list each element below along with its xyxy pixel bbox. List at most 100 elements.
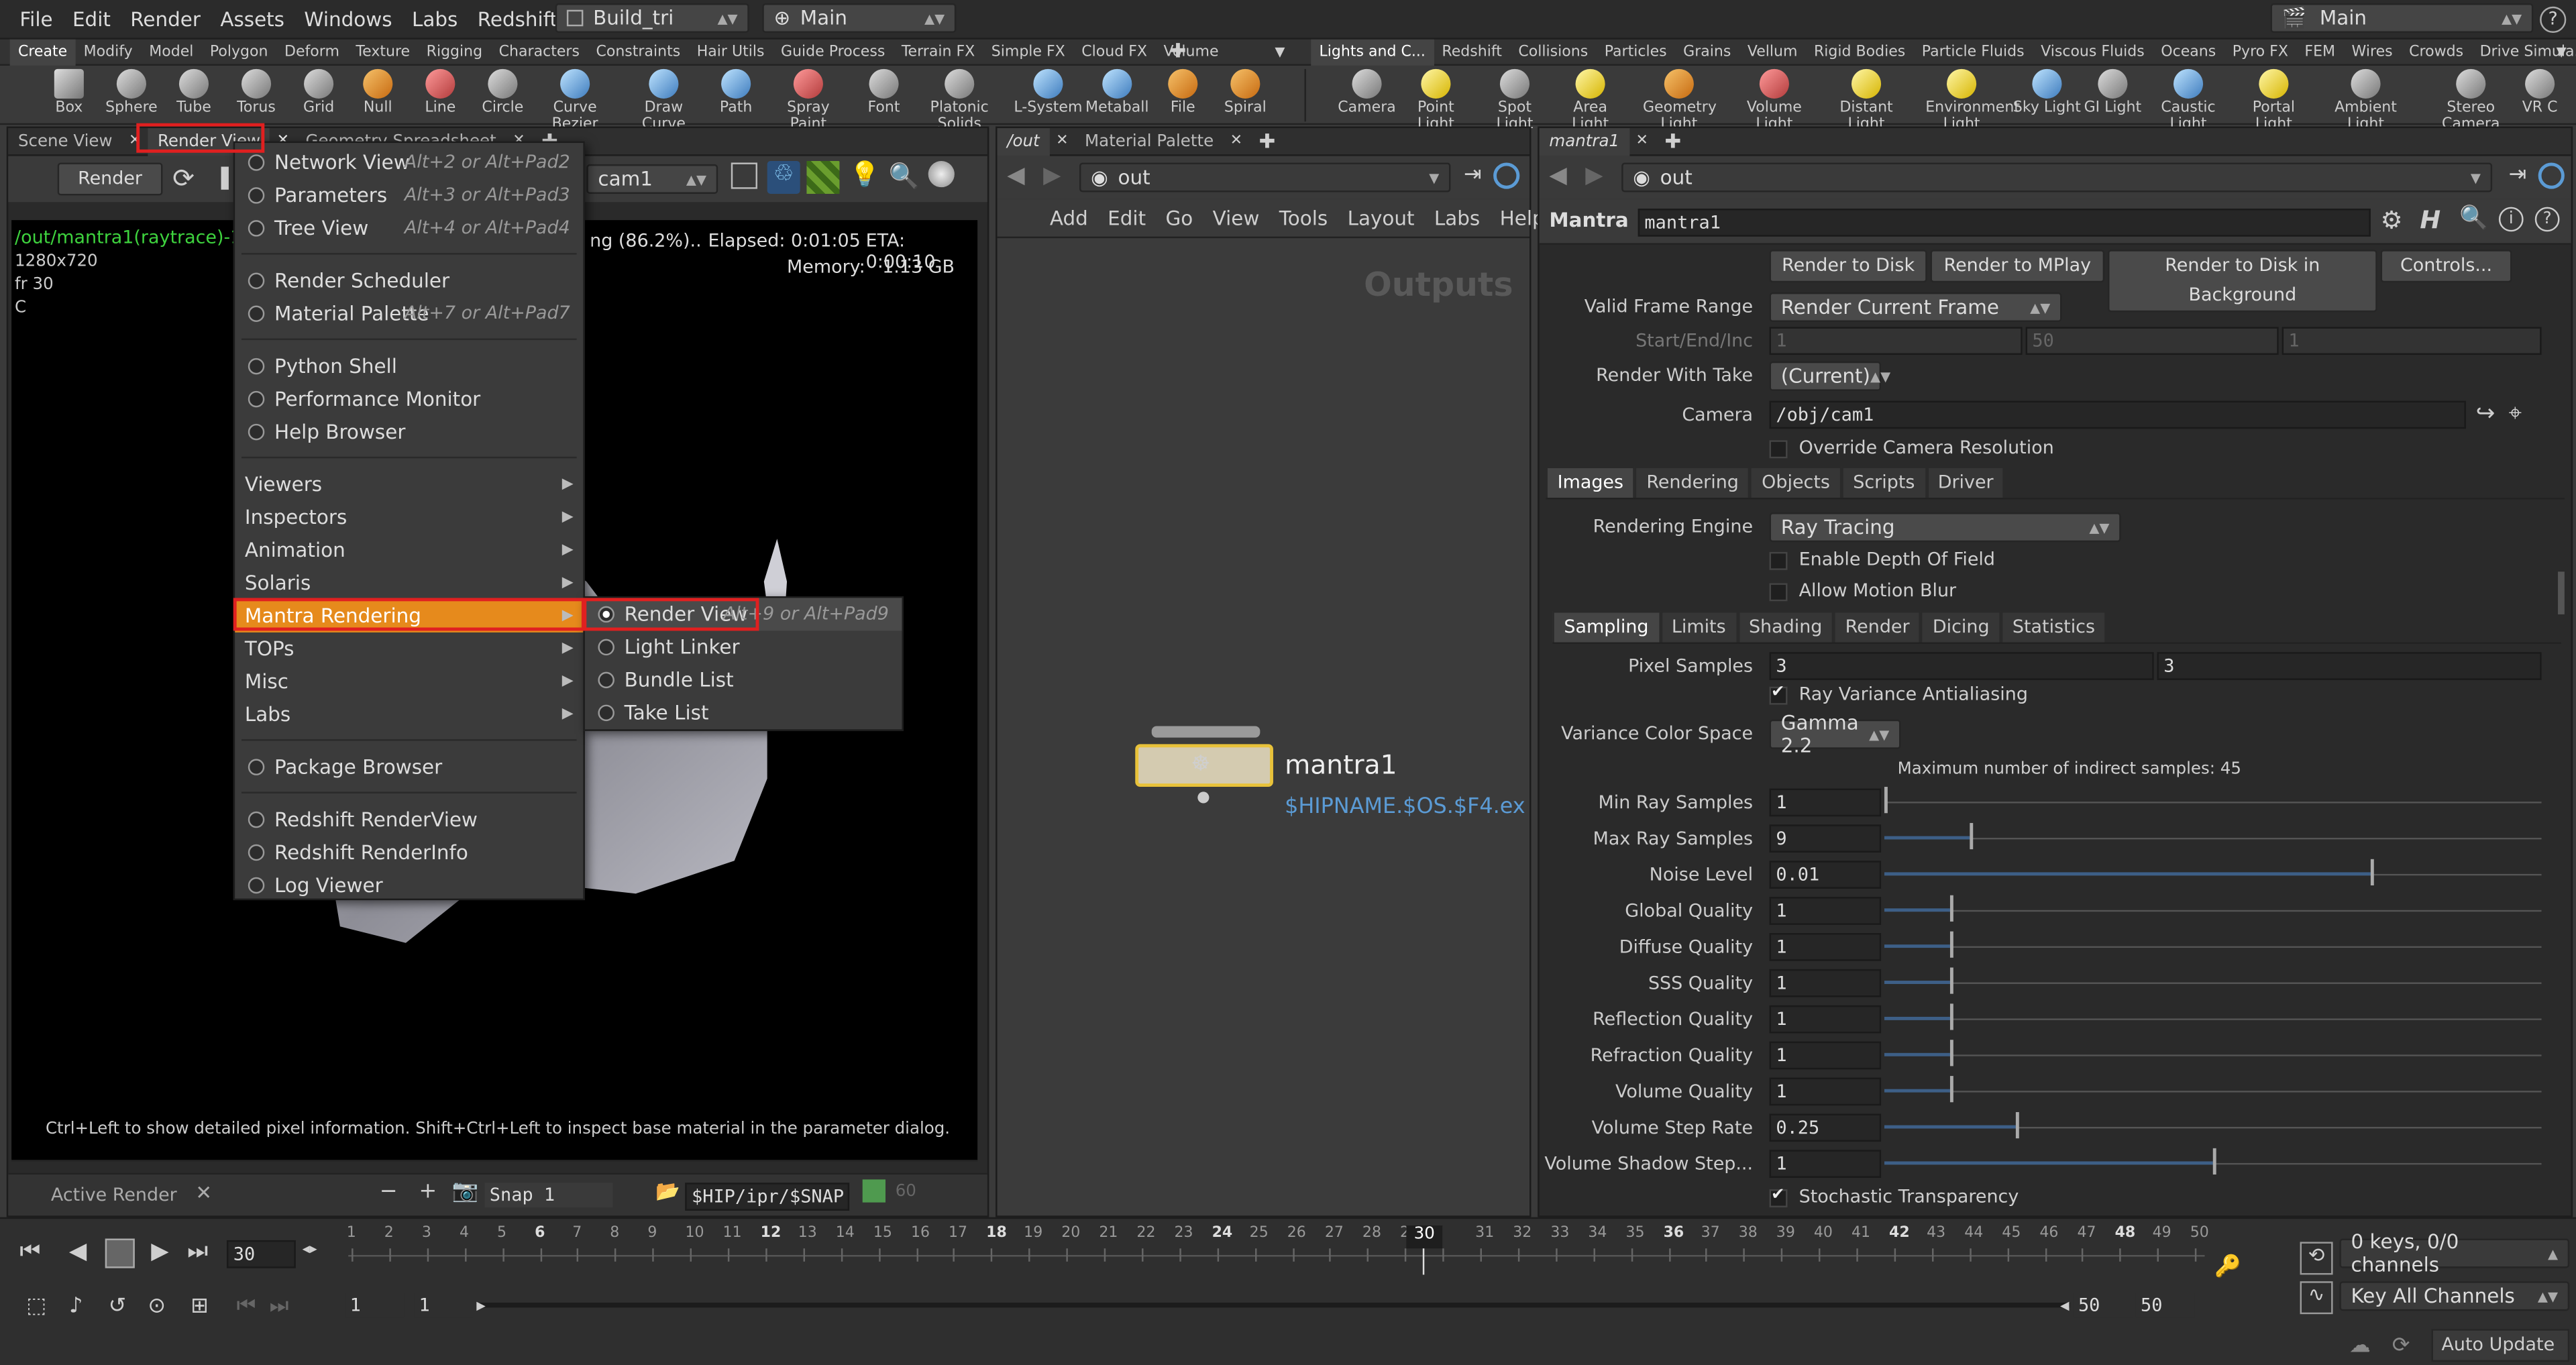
tool-environment-light[interactable]: Environment Light bbox=[1925, 66, 2020, 133]
shelf-tab-vellum[interactable]: Vellum bbox=[1739, 40, 1806, 66]
menu-file[interactable]: File bbox=[10, 0, 63, 39]
tool-box[interactable]: Box bbox=[33, 66, 105, 117]
menu-assets[interactable]: Assets bbox=[211, 0, 294, 39]
loop-icon[interactable]: ↺ bbox=[109, 1295, 127, 1319]
shelf-tab-modify[interactable]: Modify bbox=[75, 40, 141, 66]
tool-platonic-solids[interactable]: Platonic Solids bbox=[923, 66, 996, 133]
ipr-path-field[interactable]: $HIP/ipr/$SNAP bbox=[685, 1183, 850, 1211]
shelf-tab-texture[interactable]: Texture bbox=[347, 40, 418, 66]
stochastic-checkbox[interactable] bbox=[1769, 1186, 1788, 1208]
close-tab-icon[interactable]: ✕ bbox=[1224, 133, 1249, 149]
tool-file[interactable]: File bbox=[1146, 66, 1219, 117]
menu-item-python-shell[interactable]: Python Shell bbox=[235, 350, 583, 383]
tool-draw-curve[interactable]: Draw Curve bbox=[628, 66, 700, 133]
menu-item-redshift-renderinfo[interactable]: Redshift RenderInfo bbox=[235, 836, 583, 869]
node-name-field[interactable]: mantra1 bbox=[1638, 209, 2371, 237]
net-menu-view[interactable]: View bbox=[1203, 207, 1269, 230]
tool-portal-light[interactable]: Portal Light bbox=[2238, 66, 2310, 133]
ruler-icon[interactable]: ⊞ bbox=[191, 1295, 209, 1319]
camera-field[interactable]: /obj/cam1 bbox=[1769, 400, 2466, 429]
tool-distant-light[interactable]: Distant Light bbox=[1830, 66, 1902, 133]
shelf-tab-deform[interactable]: Deform bbox=[276, 40, 347, 66]
slider-knob[interactable] bbox=[1949, 895, 1953, 922]
slider-knob[interactable] bbox=[1949, 967, 1953, 994]
tab-images[interactable]: Images bbox=[1546, 466, 1635, 500]
tool-curve-bezier[interactable]: Curve Bezier bbox=[539, 66, 611, 133]
shelf-tab-redshift[interactable]: Redshift bbox=[1434, 40, 1510, 66]
variance-color-space-dropdown[interactable]: Gamma 2.2 ▲▼ bbox=[1769, 711, 1901, 757]
tool-ambient-light[interactable]: Ambient Light bbox=[2330, 66, 2402, 133]
controls-button[interactable]: Controls... bbox=[2380, 250, 2512, 283]
menu-item-animation[interactable]: Animation ▶ bbox=[235, 534, 583, 567]
tool-geometry-light[interactable]: Geometry Light bbox=[1643, 66, 1717, 133]
frame-marker[interactable]: 30 bbox=[1406, 1225, 1443, 1249]
cloud-icon[interactable]: ☁ bbox=[2349, 1334, 2371, 1359]
snapshot-icon[interactable] bbox=[731, 162, 757, 189]
param-slider-max-ray-samples[interactable] bbox=[1884, 822, 2542, 850]
menu-item-material-palette[interactable]: Material Palette Alt+7 or Alt+Pad7 bbox=[235, 297, 583, 330]
tab-limits[interactable]: Limits bbox=[1660, 611, 1737, 645]
menu-item-render-scheduler[interactable]: Render Scheduler bbox=[235, 264, 583, 297]
rendering-engine-dropdown[interactable]: Ray Tracing ▲▼ bbox=[1769, 512, 2121, 543]
context-dropdown[interactable]: ⊕ Main ▲▼ bbox=[762, 3, 957, 33]
tab-out[interactable]: /out bbox=[997, 127, 1050, 156]
range-slider[interactable] bbox=[480, 1303, 2070, 1308]
shelf-tab-viscous-fluids[interactable]: Viscous Fluids bbox=[2033, 40, 2153, 66]
jump-start-icon[interactable]: ⏮ bbox=[19, 1239, 40, 1265]
menu-item-log-viewer[interactable]: Log Viewer bbox=[235, 869, 583, 902]
add-shelf-tab-icon[interactable]: ✚ bbox=[1170, 40, 1187, 62]
param-slider-volume-quality[interactable] bbox=[1884, 1076, 2542, 1103]
shelf-tab-oceans[interactable]: Oceans bbox=[2153, 40, 2224, 66]
link-icon[interactable] bbox=[2538, 162, 2565, 189]
channels-icon[interactable]: ⟲ bbox=[2300, 1242, 2333, 1275]
slider-knob[interactable] bbox=[1970, 822, 1974, 850]
forward-arrow-icon[interactable]: ▶ bbox=[1043, 162, 1061, 188]
slider-knob[interactable] bbox=[2015, 1111, 2019, 1139]
param-slider-reflection-quality[interactable] bbox=[1884, 1003, 2542, 1030]
plus-icon[interactable]: + bbox=[419, 1179, 437, 1204]
slider-knob[interactable] bbox=[2370, 859, 2374, 886]
desktop-dropdown[interactable]: Build_tri ▲▼ bbox=[555, 3, 749, 33]
close-tab-icon[interactable]: ✕ bbox=[1049, 133, 1075, 149]
shelf-tab-crowds[interactable]: Crowds bbox=[2401, 40, 2471, 66]
param-path-dropdown[interactable]: ◉ out ▼ bbox=[1621, 162, 2493, 193]
tool-stereo-camera[interactable]: Stereo Camera bbox=[2434, 66, 2507, 133]
param-field-noise-level[interactable]: 0.01 bbox=[1769, 861, 1882, 889]
close-icon[interactable]: ✕ bbox=[195, 1181, 212, 1204]
shelf-tab-volume[interactable]: Volume bbox=[1155, 40, 1226, 66]
tool-font[interactable]: Font bbox=[848, 66, 920, 117]
param-field-volume-shadow-step[interactable]: 1 bbox=[1769, 1150, 1882, 1178]
tool-circle[interactable]: Circle bbox=[467, 66, 539, 117]
render-to-disk-button[interactable]: Render to Disk bbox=[1769, 250, 1927, 283]
param-slider-diffuse-quality[interactable] bbox=[1884, 931, 2542, 958]
tool-tube[interactable]: Tube bbox=[158, 66, 230, 117]
menu-item-package-browser[interactable]: Package Browser bbox=[235, 751, 583, 783]
range-start-field[interactable]: 1 bbox=[345, 1293, 405, 1318]
range-start2-field[interactable]: 1 bbox=[414, 1293, 474, 1318]
slider-knob[interactable] bbox=[2212, 1148, 2216, 1175]
param-slider-sss-quality[interactable] bbox=[1884, 967, 2542, 994]
param-field-min-ray-samples[interactable]: 1 bbox=[1769, 788, 1882, 817]
prev-key-icon[interactable]: ⏮ bbox=[237, 1295, 256, 1319]
tool-camera[interactable]: Camera bbox=[1331, 66, 1403, 117]
sphere-icon[interactable] bbox=[928, 161, 955, 188]
tool-torus[interactable]: Torus bbox=[220, 66, 292, 117]
tool-l-system[interactable]: L-System bbox=[1012, 66, 1085, 117]
play-icon[interactable]: ▶ bbox=[151, 1239, 168, 1265]
network-canvas[interactable]: Outputs ☸ mantra1 $HIPNAME.$OS.$F4.ex bbox=[997, 238, 1530, 1216]
net-menu-go[interactable]: Go bbox=[1156, 207, 1203, 230]
right-desktop-dropdown[interactable]: 🎬 Main ▲▼ bbox=[2270, 3, 2534, 33]
menu-windows[interactable]: Windows bbox=[294, 0, 402, 39]
param-field-reflection-quality[interactable]: 1 bbox=[1769, 1005, 1882, 1034]
shelf-tab-wires[interactable]: Wires bbox=[2343, 40, 2401, 66]
menu-item-viewers[interactable]: Viewers ▶ bbox=[235, 468, 583, 501]
render-to-mplay-button[interactable]: Render to MPlay bbox=[1930, 250, 2105, 283]
tool-line[interactable]: Line bbox=[404, 66, 476, 117]
shelf-tab-simple-fx[interactable]: Simple FX bbox=[983, 40, 1073, 66]
net-menu-layout[interactable]: Layout bbox=[1338, 207, 1424, 230]
network-path-dropdown[interactable]: ◉ out ▼ bbox=[1079, 162, 1451, 193]
menu-item-labs[interactable]: Labs ▶ bbox=[235, 698, 583, 731]
range-end-field[interactable]: 50 bbox=[2073, 1293, 2133, 1318]
menu-item-inspectors[interactable]: Inspectors ▶ bbox=[235, 501, 583, 534]
range-end2-field[interactable]: 50 bbox=[2135, 1293, 2195, 1318]
